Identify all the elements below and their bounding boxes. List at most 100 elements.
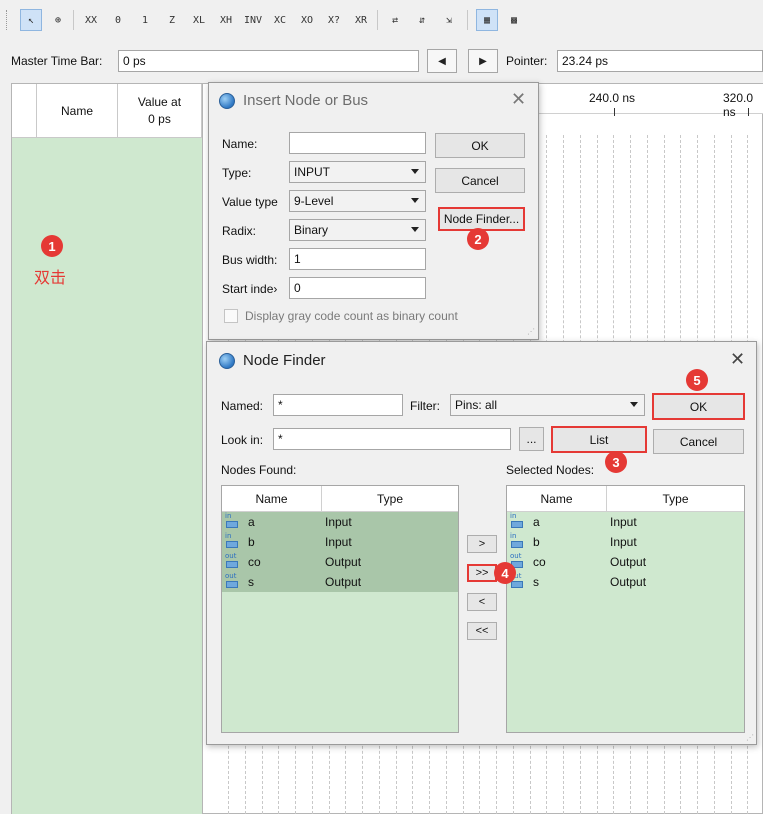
force-high-button[interactable]: 1 — [134, 9, 156, 31]
time-tick-label: 240.0 ns — [589, 91, 636, 105]
waveform-view-button[interactable]: ▦ — [476, 9, 498, 31]
list-item[interactable]: out co Output — [222, 552, 458, 572]
list-item[interactable]: in b Input — [507, 532, 744, 552]
random-value-button[interactable]: XR — [350, 9, 372, 31]
type-column-header[interactable]: Type — [322, 486, 458, 512]
nodes-found-list[interactable]: Name Type in a Input in b Input out co Output out… — [221, 485, 459, 733]
signal-list-area[interactable] — [12, 138, 202, 814]
random-value-icon: XR — [354, 14, 368, 26]
grid-view-button[interactable]: ▩ — [503, 9, 525, 31]
node-name: b — [533, 535, 540, 549]
selected-nodes-body[interactable]: in a Input in b Input out co Output out s Output — [507, 512, 744, 732]
row-selector-header — [12, 84, 37, 138]
panel-divider[interactable] — [202, 84, 203, 814]
node-type: Output — [610, 555, 647, 569]
nodes-found-body[interactable]: in a Input in b Input out co Output out s Output — [222, 512, 458, 732]
selected-nodes-list[interactable]: Name Type in a Input in b Input out co Output out… — [506, 485, 745, 733]
weak-high-button[interactable]: XH — [215, 9, 237, 31]
list-button[interactable]: List — [551, 426, 647, 453]
unknown-value-button[interactable]: XX — [80, 9, 102, 31]
node-finder-button[interactable]: Node Finder... — [438, 207, 525, 231]
type-select[interactable]: INPUT — [289, 161, 426, 183]
cancel-button[interactable]: Cancel — [653, 429, 744, 454]
arbitrary-value-button[interactable]: X? — [323, 9, 345, 31]
list-item[interactable]: out s Output — [507, 572, 744, 592]
pointer-field[interactable]: 23.24 ps — [557, 50, 763, 72]
radix-select-value: Binary — [294, 223, 329, 237]
arbitrary-value-icon: X? — [327, 14, 341, 26]
node-finder-dialog: Node Finder ✕ Named: * Filter: Pins: all… — [206, 341, 757, 745]
look-in-label: Look in: — [221, 433, 264, 447]
weak-low-button[interactable]: XL — [188, 9, 210, 31]
snap-to-grid-button[interactable]: ⇄ — [384, 9, 406, 31]
cancel-button[interactable]: Cancel — [435, 168, 525, 193]
value-column-header[interactable]: Value at 0 ps — [118, 84, 202, 138]
toolbar-grip[interactable] — [6, 10, 9, 30]
node-name: co — [533, 555, 546, 569]
move-left-button[interactable]: < — [467, 593, 497, 611]
resize-grip-icon[interactable]: ⋰ — [746, 733, 756, 743]
name-column-header[interactable]: Name — [507, 486, 607, 512]
arrange-button[interactable]: ⇲ — [438, 9, 460, 31]
force-low-button[interactable]: 0 — [107, 9, 129, 31]
force-high-icon: 1 — [141, 14, 149, 26]
name-input[interactable] — [289, 132, 426, 154]
name-column-header[interactable]: Name — [222, 486, 322, 512]
move-right-button[interactable]: > — [467, 535, 497, 553]
next-transition-button[interactable]: ▶ — [468, 49, 498, 73]
list-item[interactable]: out co Output — [507, 552, 744, 572]
ok-button[interactable]: OK — [435, 133, 525, 158]
close-icon[interactable]: ✕ — [730, 349, 745, 370]
radix-label: Radix: — [222, 224, 257, 238]
type-column-header[interactable]: Type — [607, 486, 744, 512]
browse-button[interactable]: ... — [519, 427, 544, 451]
filter-select[interactable]: Pins: all — [450, 394, 645, 416]
selection-tool-button[interactable]: ↖ — [20, 9, 42, 31]
selected-nodes-header: Name Type — [507, 486, 744, 512]
named-input[interactable]: * — [273, 394, 403, 416]
toolbar-separator — [377, 10, 378, 30]
list-item[interactable]: out s Output — [222, 572, 458, 592]
name-column-header[interactable]: Name — [37, 84, 118, 138]
bus-width-input[interactable]: 1 — [289, 248, 426, 270]
step-3-marker: 3 — [605, 451, 627, 473]
close-icon[interactable]: ✕ — [511, 89, 526, 110]
resize-grip-icon[interactable]: ⋰ — [527, 327, 537, 337]
radix-select[interactable]: Binary — [289, 219, 426, 241]
start-index-input[interactable]: 0 — [289, 277, 426, 299]
zoom-tool-button[interactable]: ⊕ — [47, 9, 69, 31]
look-in-input[interactable]: * — [273, 428, 511, 450]
list-item[interactable]: in b Input — [222, 532, 458, 552]
chevron-down-icon — [411, 227, 419, 232]
move-all-left-button[interactable]: << — [467, 622, 497, 640]
sort-icon: ⇵ — [418, 14, 426, 26]
sort-button[interactable]: ⇵ — [411, 9, 433, 31]
double-click-hint: 双击 — [34, 270, 67, 287]
type-select-value: INPUT — [294, 165, 330, 179]
list-item[interactable]: in a Input — [507, 512, 744, 532]
high-impedance-button[interactable]: Z — [161, 9, 183, 31]
clock-button[interactable]: XO — [296, 9, 318, 31]
gray-code-checkbox[interactable] — [224, 309, 238, 323]
ok-button[interactable]: OK — [652, 393, 745, 420]
input-pin-icon: in — [225, 512, 243, 531]
move-all-right-button[interactable]: >> — [467, 564, 497, 582]
toolbar-separator — [73, 10, 74, 30]
start-index-label: Start inde› — [222, 282, 278, 296]
value-type-select[interactable]: 9-Level — [289, 190, 426, 212]
value-at-time: 0 ps — [148, 111, 171, 126]
invert-button[interactable]: INV — [242, 9, 264, 31]
arrow-left-icon: ◀ — [438, 55, 446, 67]
node-name: b — [248, 535, 255, 549]
invert-icon: INV — [243, 14, 263, 26]
count-value-button[interactable]: XC — [269, 9, 291, 31]
input-pin-icon: in — [510, 512, 528, 531]
clock-icon: XO — [300, 14, 314, 26]
quartus-app-icon — [219, 93, 235, 109]
previous-transition-button[interactable]: ◀ — [427, 49, 457, 73]
count-value-icon: XC — [273, 14, 287, 26]
master-time-bar-field[interactable]: 0 ps — [118, 50, 419, 72]
list-item[interactable]: in a Input — [222, 512, 458, 532]
value-at-label: Value at — [137, 94, 182, 109]
step-5-marker: 5 — [686, 369, 708, 391]
